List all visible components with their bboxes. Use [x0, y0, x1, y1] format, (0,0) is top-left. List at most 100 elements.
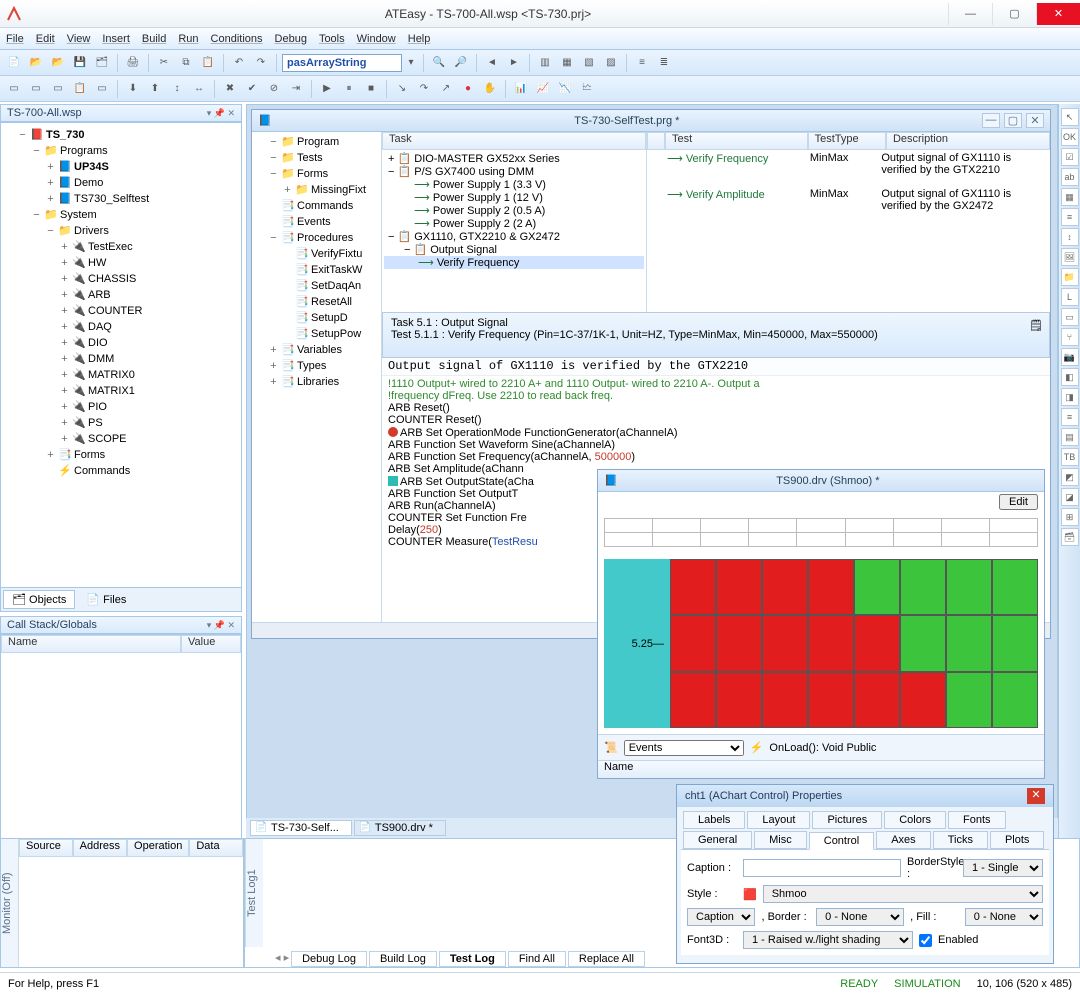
properties-dialog[interactable]: cht1 (AChart Control) Properties✕ Labels… — [676, 784, 1054, 964]
bp-goto-icon[interactable]: ⇥ — [286, 79, 306, 99]
tree-driver-item[interactable]: +🔌HW — [45, 255, 239, 271]
tab-fonts[interactable]: Fonts — [948, 811, 1006, 829]
tab-general[interactable]: General — [683, 831, 752, 849]
tree-driver-item[interactable]: +🔌MATRIX0 — [45, 367, 239, 383]
tree-driver-item[interactable]: +🔌COUNTER — [45, 303, 239, 319]
program-tree-item[interactable]: 📑ExitTaskW — [254, 262, 379, 278]
tree-driver-item[interactable]: +🔌DAQ — [45, 319, 239, 335]
align2-icon[interactable]: ≣ — [654, 53, 674, 73]
tb2-7[interactable]: ⬆ — [145, 79, 165, 99]
tb2-4[interactable]: 📋 — [70, 79, 90, 99]
task-item[interactable]: ⟶ Power Supply 2 (2 A) — [384, 217, 644, 230]
program-tree-item[interactable]: 📑SetupD — [254, 310, 379, 326]
tb2-8[interactable]: ↕ — [167, 79, 187, 99]
tb2-3[interactable]: ▭ — [48, 79, 68, 99]
undo-icon[interactable]: ↶ — [229, 53, 249, 73]
task-item[interactable]: ⟶ Verify Frequency — [384, 256, 644, 269]
tb2-2[interactable]: ▭ — [26, 79, 46, 99]
workspace-tree[interactable]: −📕TS_730 −📁Programs +📘UP34S +📘Demo +📘TS7… — [0, 122, 242, 588]
tree-driver-item[interactable]: +🔌CHASSIS — [45, 271, 239, 287]
bp-disable-icon[interactable]: ⊘ — [264, 79, 284, 99]
fwd-icon[interactable]: ► — [504, 53, 524, 73]
caption-input[interactable] — [743, 859, 901, 877]
tool-l-icon[interactable]: L — [1061, 288, 1079, 306]
tool-grid-icon[interactable]: ▦ — [1061, 188, 1079, 206]
chart2-icon[interactable]: 📈 — [533, 79, 553, 99]
tool-misc3-icon[interactable]: ≡ — [1061, 408, 1079, 426]
menu-view[interactable]: View — [67, 33, 91, 45]
menu-window[interactable]: Window — [357, 33, 396, 45]
log-tab-findall[interactable]: Find All — [508, 951, 566, 967]
tool-edit-icon[interactable]: ab — [1061, 168, 1079, 186]
program-tree-item[interactable]: 📑ResetAll — [254, 294, 379, 310]
program-tree-item[interactable]: +📁MissingFixt — [254, 182, 379, 198]
tb2-9[interactable]: ↔ — [189, 79, 209, 99]
tb2-1[interactable]: ▭ — [4, 79, 24, 99]
events-select[interactable]: Events — [624, 740, 744, 756]
name-header[interactable]: Name — [598, 760, 1044, 778]
task-list[interactable]: + 📋 DIO-MASTER GX52xx Series− 📋 P/S GX74… — [382, 150, 646, 271]
program-tree-item[interactable]: 📑SetDaqAn — [254, 278, 379, 294]
find-icon[interactable]: 🔍 — [429, 53, 449, 73]
win2-icon[interactable]: ▦ — [557, 53, 577, 73]
tool-tb-icon[interactable]: TB — [1061, 448, 1079, 466]
task-item[interactable]: ⟶ Power Supply 1 (3.3 V) — [384, 178, 644, 191]
child-close-icon[interactable]: ✕ — [1026, 113, 1044, 128]
minimize-button[interactable]: — — [948, 3, 992, 25]
tool-cam-icon[interactable]: 📷 — [1061, 348, 1079, 366]
tab-misc[interactable]: Misc — [754, 831, 807, 849]
save-icon[interactable]: 💾 — [70, 53, 90, 73]
props-close-icon[interactable]: ✕ — [1027, 788, 1045, 804]
menu-edit[interactable]: Edit — [36, 33, 55, 45]
tool-misc2-icon[interactable]: ◨ — [1061, 388, 1079, 406]
win1-icon[interactable]: ▥ — [535, 53, 555, 73]
tab-labels[interactable]: Labels — [683, 811, 745, 829]
col-name[interactable]: Name — [1, 635, 181, 653]
copy-icon[interactable]: ⧉ — [176, 53, 196, 73]
type-col[interactable]: TestType — [808, 132, 886, 150]
monitor-panel[interactable]: Monitor (Off) Source Address Operation D… — [0, 838, 244, 968]
menu-insert[interactable]: Insert — [102, 33, 130, 45]
bp-remove-icon[interactable]: ✖ — [220, 79, 240, 99]
tool-misc4-icon[interactable]: ▤ — [1061, 428, 1079, 446]
shmoo-window[interactable]: 📘 TS900.drv (Shmoo) * Edit 5.25 — 📜 Even… — [597, 469, 1045, 779]
tree-driver-item[interactable]: +🔌TestExec — [45, 239, 239, 255]
menu-run[interactable]: Run — [178, 33, 198, 45]
mon-col-operation[interactable]: Operation — [127, 839, 189, 857]
log-tab-debug[interactable]: Debug Log — [291, 951, 367, 967]
tab-ticks[interactable]: Ticks — [933, 831, 988, 849]
chart1-icon[interactable]: 📊 — [511, 79, 531, 99]
tab-axes[interactable]: Axes — [876, 831, 930, 849]
borderstyle-select[interactable]: 1 - Single — [963, 859, 1043, 877]
program-tree[interactable]: −📁Program−📁Tests−📁Forms+📁MissingFixt📑Com… — [252, 132, 382, 638]
col-value[interactable]: Value — [181, 635, 241, 653]
tab-colors[interactable]: Colors — [884, 811, 946, 829]
desc-col[interactable]: Description — [886, 132, 1050, 150]
tool-misc6-icon[interactable]: ◪ — [1061, 488, 1079, 506]
menu-build[interactable]: Build — [142, 33, 166, 45]
mdi-tab-selftest[interactable]: TS-730-Self... — [250, 820, 352, 836]
edit-button[interactable]: Edit — [999, 494, 1038, 510]
tool-cursor-icon[interactable]: ↖ — [1061, 108, 1079, 126]
pin-icon[interactable]: ▾ 📌 ✕ — [207, 620, 235, 631]
program-tree-item[interactable]: −📁Program — [254, 134, 379, 150]
note-icon[interactable]: 🗒 — [1029, 319, 1043, 332]
program-tree-item[interactable]: 📑Events — [254, 214, 379, 230]
bp-toggle-icon[interactable]: ✔ — [242, 79, 262, 99]
tool-db-icon[interactable]: 🗃 — [1061, 528, 1079, 546]
tree-driver-item[interactable]: +🔌MATRIX1 — [45, 383, 239, 399]
program-tree-item[interactable]: 📑Commands — [254, 198, 379, 214]
tool-list-icon[interactable]: ≡ — [1061, 208, 1079, 226]
tool-misc5-icon[interactable]: ◩ — [1061, 468, 1079, 486]
program-tree-item[interactable]: −📑Procedures — [254, 230, 379, 246]
task-col-header[interactable]: Task — [382, 132, 646, 150]
tree-driver-item[interactable]: +🔌DMM — [45, 351, 239, 367]
tool-scroll-icon[interactable]: ↕ — [1061, 228, 1079, 246]
saveall-icon[interactable]: 🗂 — [92, 53, 112, 73]
mdi-tab-shmoo[interactable]: TS900.drv * — [354, 820, 446, 836]
program-tree-item[interactable]: +📑Libraries — [254, 374, 379, 390]
font3d-select[interactable]: 1 - Raised w./light shading — [743, 931, 913, 949]
stepinto-icon[interactable]: ↘ — [392, 79, 412, 99]
hand-icon[interactable]: ✋ — [480, 79, 500, 99]
chart4-icon[interactable]: 🗠 — [577, 79, 597, 99]
